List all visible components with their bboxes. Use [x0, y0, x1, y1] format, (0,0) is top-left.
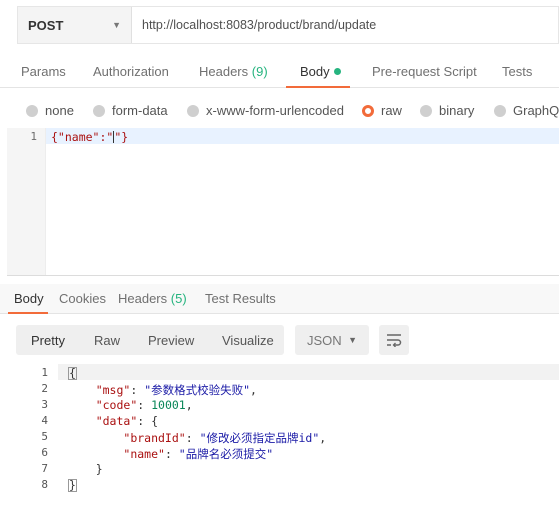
json-line: "name": "品牌名必须提交" [123, 447, 274, 461]
chevron-down-icon: ▼ [112, 20, 121, 30]
radio-circle-icon [26, 104, 38, 117]
wrap-lines-icon [387, 334, 402, 347]
request-body-line[interactable]: {"name":""} [51, 130, 128, 144]
radio-circle-icon [187, 104, 199, 117]
line-number: 7 [41, 462, 48, 475]
response-tabs: Body Cookies Headers (5) Test Results [0, 284, 559, 314]
json-string: "修改必须指定品牌id" [199, 431, 320, 445]
radio-raw[interactable]: raw [362, 103, 402, 118]
radio-label: raw [381, 103, 402, 118]
json-line: "code": 10001, [95, 398, 193, 412]
view-mode-group: Pretty Raw Preview Visualize [16, 325, 284, 355]
tab-authorization[interactable]: Authorization [93, 64, 169, 79]
json-key: "name" [123, 447, 165, 461]
json-key: "brandId" [123, 431, 186, 445]
modified-dot-icon [333, 68, 341, 75]
json-brace: } [68, 478, 77, 492]
editor-gutter [7, 128, 46, 275]
tab-headers-label: Headers [199, 64, 249, 79]
request-body-editor[interactable]: 1 {"name":""} [7, 128, 559, 276]
json-line: } [68, 478, 77, 492]
request-tabs: Params Authorization Headers (9) Body Pr… [0, 54, 559, 88]
json-line: "msg": "参数格式校验失败", [95, 383, 257, 397]
json-brace: { [151, 414, 159, 428]
code-text: "} [114, 130, 129, 144]
json-key: "msg" [95, 383, 131, 397]
line-number: 2 [41, 382, 48, 395]
line-number: 1 [30, 130, 37, 143]
tab-body[interactable]: Body [300, 64, 341, 79]
tab-count: (5) [170, 291, 187, 306]
code-text: {"name":" [51, 130, 114, 144]
response-body-viewer: 1 2 3 4 5 6 7 8 { "msg": "参数格式校验失败", "co… [0, 364, 559, 504]
tab-params[interactable]: Params [21, 64, 66, 79]
request-bar: POST ▼ http://localhost:8083/product/bra… [17, 6, 559, 44]
radio-circle-icon [494, 104, 506, 117]
tab-tests[interactable]: Tests [502, 64, 532, 79]
method-select[interactable]: POST ▼ [18, 7, 132, 43]
json-line: "brandId": "修改必须指定品牌id", [123, 431, 327, 445]
tab-cookies[interactable]: Cookies [59, 291, 106, 306]
tab-label: Headers [118, 291, 168, 306]
tab-headers-count: (9) [251, 64, 268, 79]
method-label: POST [28, 17, 64, 33]
format-label: JSON [307, 332, 342, 348]
chevron-down-icon: ▼ [348, 335, 357, 345]
json-line: } [68, 462, 103, 476]
raw-button[interactable]: Raw [94, 333, 120, 348]
active-tab-indicator [286, 86, 350, 88]
json-string: "参数格式校验失败" [144, 383, 251, 397]
line-number: 4 [41, 414, 48, 427]
active-line-highlight [58, 364, 559, 380]
radio-selected-icon [362, 104, 374, 117]
tab-headers[interactable]: Headers (9) [199, 64, 268, 79]
url-input[interactable]: http://localhost:8083/product/brand/upda… [132, 7, 558, 43]
body-type-options: none form-data x-www-form-urlencoded raw… [0, 96, 559, 124]
radio-label: GraphQL [513, 103, 559, 118]
preview-button[interactable]: Preview [148, 333, 194, 348]
radio-graphql[interactable]: GraphQL [494, 103, 559, 118]
json-key: "code" [95, 398, 138, 412]
json-brace: } [95, 462, 103, 476]
line-number: 1 [41, 366, 48, 379]
json-string: "品牌名必须提交" [178, 447, 274, 461]
tab-test-results[interactable]: Test Results [205, 291, 276, 306]
radio-none[interactable]: none [26, 103, 74, 118]
radio-binary[interactable]: binary [420, 103, 474, 118]
tab-pre-request-script[interactable]: Pre-request Script [372, 64, 477, 79]
radio-x-www-form-urlencoded[interactable]: x-www-form-urlencoded [187, 103, 344, 118]
radio-label: binary [439, 103, 475, 118]
radio-label: none [45, 103, 74, 118]
radio-circle-icon [420, 104, 432, 117]
visualize-button[interactable]: Visualize [222, 333, 274, 348]
line-number: 8 [41, 478, 48, 491]
pretty-button[interactable]: Pretty [31, 333, 65, 348]
format-select[interactable]: JSON ▼ [295, 325, 369, 355]
wrap-lines-button[interactable] [379, 325, 409, 355]
tab-response-headers[interactable]: Headers (5) [118, 291, 187, 306]
json-brace: { [68, 366, 77, 380]
response-toolbar: Pretty Raw Preview Visualize [16, 325, 284, 355]
json-number: 10001 [151, 398, 186, 412]
json-line: "data": { [95, 414, 159, 428]
tab-response-body[interactable]: Body [14, 291, 44, 306]
json-line: { [68, 366, 77, 380]
radio-circle-icon [93, 104, 105, 117]
tab-body-label: Body [300, 64, 330, 79]
line-number: 6 [41, 446, 48, 459]
json-key: "data" [95, 414, 138, 428]
active-tab-indicator [8, 312, 48, 314]
radio-form-data[interactable]: form-data [93, 103, 168, 118]
radio-label: x-www-form-urlencoded [206, 103, 344, 118]
line-number: 5 [41, 430, 48, 443]
line-number: 3 [41, 398, 48, 411]
radio-label: form-data [112, 103, 168, 118]
